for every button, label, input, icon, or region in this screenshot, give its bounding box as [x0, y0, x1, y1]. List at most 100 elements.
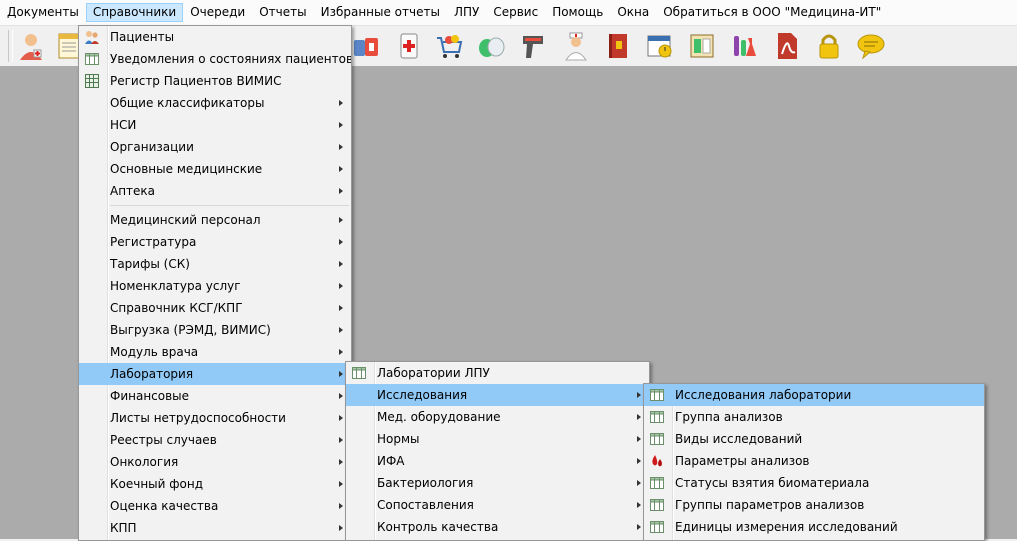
submenu-arrow-icon: [339, 393, 343, 399]
menu_main-item-11[interactable]: Тарифы (СК): [79, 253, 351, 275]
menubar-item-2[interactable]: Очереди: [183, 3, 252, 22]
menu-item-label: Группы параметров анализов: [675, 498, 865, 512]
grid-icon: [84, 73, 100, 89]
submenu-arrow-icon: [637, 524, 641, 530]
medicines-icon[interactable]: [350, 30, 382, 62]
menu_main-item-16[interactable]: Лаборатория: [79, 363, 351, 385]
menu_lab-item-6[interactable]: Сопоставления: [346, 494, 649, 516]
pills-icon[interactable]: [475, 30, 507, 62]
menu_main-item-15[interactable]: Модуль врача: [79, 341, 351, 363]
menu-item-label: Финансовые: [110, 389, 190, 403]
menu-item-label: Справочник КСГ/КПГ: [110, 301, 243, 315]
submenu-arrow-icon: [339, 217, 343, 223]
menu-item-label: Лаборатория: [110, 367, 194, 381]
menu_main-item-7[interactable]: Аптека: [79, 180, 351, 202]
menubar-item-4[interactable]: Избранные отчеты: [314, 3, 447, 22]
table-icon: [84, 51, 100, 67]
calendar-icon[interactable]: [644, 30, 676, 62]
menu_main-item-21[interactable]: Коечный фонд: [79, 473, 351, 495]
pdf-icon[interactable]: [771, 30, 803, 62]
menu_main-item-2[interactable]: Регистр Пациентов ВИМИС: [79, 70, 351, 92]
menubar-item-5[interactable]: ЛПУ: [447, 3, 486, 22]
submenu-arrow-icon: [339, 122, 343, 128]
menu_main-item-23[interactable]: КПП: [79, 517, 351, 539]
menu-item-label: Номенклатура услуг: [110, 279, 241, 293]
menu-item-label: Нормы: [377, 432, 420, 446]
menu-bar: Документы Справочники Очереди Отчеты Избранн…: [0, 0, 1017, 26]
menubar-item-7[interactable]: Помощь: [545, 3, 610, 22]
menu_main-item-13[interactable]: Справочник КСГ/КПГ: [79, 297, 351, 319]
menu_lab-item-3[interactable]: Нормы: [346, 428, 649, 450]
menubar-item-8[interactable]: Окна: [610, 3, 656, 22]
menu_main-item-17[interactable]: Финансовые: [79, 385, 351, 407]
menu_main-item-19[interactable]: Реестры случаев: [79, 429, 351, 451]
menu_lab-item-2[interactable]: Мед. оборудование: [346, 406, 649, 428]
menu_research-item-4[interactable]: Статусы взятия биоматериала: [644, 472, 984, 494]
menu_lab-item-0[interactable]: Лаборатории ЛПУ: [346, 362, 649, 384]
menu_main-item-9[interactable]: Медицинский персонал: [79, 209, 351, 231]
menu-item-label: Лаборатории ЛПУ: [377, 366, 490, 380]
menu-item-label: Коечный фонд: [110, 477, 204, 491]
chat-icon[interactable]: [855, 30, 887, 62]
menu-item-label: Общие классификаторы: [110, 96, 265, 110]
menu_research-item-1[interactable]: Группа анализов: [644, 406, 984, 428]
menu_main-item-3[interactable]: Общие классификаторы: [79, 92, 351, 114]
menu_lab-item-7[interactable]: Контроль качества: [346, 516, 649, 538]
table-icon: [649, 431, 665, 447]
menu_research-item-6[interactable]: Единицы измерения исследований: [644, 516, 984, 538]
submenu-arrow-icon: [637, 480, 641, 486]
menubar-item-3[interactable]: Отчеты: [252, 3, 313, 22]
menu-item-label: Листы нетрудоспособности: [110, 411, 286, 425]
menubar-item-6[interactable]: Сервис: [486, 3, 545, 22]
menubar-item-1[interactable]: Справочники: [85, 3, 184, 22]
submenu-arrow-icon: [339, 239, 343, 245]
menu-item-label: Исследования: [377, 388, 468, 402]
doctor-icon[interactable]: [15, 30, 47, 62]
menu_main-item-22[interactable]: Оценка качества: [79, 495, 351, 517]
menu_research-item-5[interactable]: Группы параметров анализов: [644, 494, 984, 516]
nurse-icon[interactable]: [560, 30, 592, 62]
menu_research-item-0[interactable]: Исследования лаборатории: [644, 384, 984, 406]
toolbar-grip[interactable]: [8, 30, 13, 62]
menubar-item-0[interactable]: Документы: [0, 3, 86, 22]
menu_lab-item-5[interactable]: Бактериология: [346, 472, 649, 494]
menu-item-label: Онкология: [110, 455, 179, 469]
menu_main-item-5[interactable]: Организации: [79, 136, 351, 158]
menu_research-item-2[interactable]: Виды исследований: [644, 428, 984, 450]
menu_lab-item-1[interactable]: Исследования: [346, 384, 649, 406]
menu-item-label: Модуль врача: [110, 345, 199, 359]
submenu-arrow-icon: [339, 188, 343, 194]
menu_main-item-6[interactable]: Основные медицинские: [79, 158, 351, 180]
first-aid-icon[interactable]: [393, 30, 425, 62]
menu_main-item-20[interactable]: Онкология: [79, 451, 351, 473]
menu-item-label: Регистратура: [110, 235, 197, 249]
menu_main-item-12[interactable]: Номенклатура услуг: [79, 275, 351, 297]
lock-icon[interactable]: [813, 30, 845, 62]
lab-flasks-icon[interactable]: [728, 30, 760, 62]
menu-item-label: Единицы измерения исследований: [675, 520, 898, 534]
barcode-scanner-icon[interactable]: [517, 30, 549, 62]
menu_main-item-1[interactable]: Уведомления о состояниях пациентов: [79, 48, 351, 70]
menubar-item-9[interactable]: Обратиться в ООО "Медицина-ИТ": [656, 3, 888, 22]
menu_main-item-18[interactable]: Листы нетрудоспособности: [79, 407, 351, 429]
submenu-arrow-icon: [339, 327, 343, 333]
submenu-arrow-icon: [339, 283, 343, 289]
submenu-arrow-icon: [339, 525, 343, 531]
menu_lab-item-4[interactable]: ИФА: [346, 450, 649, 472]
menu_main-item-10[interactable]: Регистратура: [79, 231, 351, 253]
menu_main-item-4[interactable]: НСИ: [79, 114, 351, 136]
submenu-arrow-icon: [339, 459, 343, 465]
menu-item-label: Мед. оборудование: [377, 410, 501, 424]
submenu-arrow-icon: [637, 414, 641, 420]
submenu-arrow-icon: [339, 371, 343, 377]
menu_main-item-0[interactable]: Пациенты: [79, 26, 351, 48]
menu_research-item-3[interactable]: Параметры анализов: [644, 450, 984, 472]
menu-item-label: Сопоставления: [377, 498, 474, 512]
table-icon: [649, 475, 665, 491]
menu_main-item-14[interactable]: Выгрузка (РЭМД, ВИМИС): [79, 319, 351, 341]
shopping-cart-icon[interactable]: [433, 30, 465, 62]
menu-item-label: Реестры случаев: [110, 433, 217, 447]
book-icon[interactable]: [602, 30, 634, 62]
report-icon[interactable]: [686, 30, 718, 62]
menu-item-label: Параметры анализов: [675, 454, 810, 468]
